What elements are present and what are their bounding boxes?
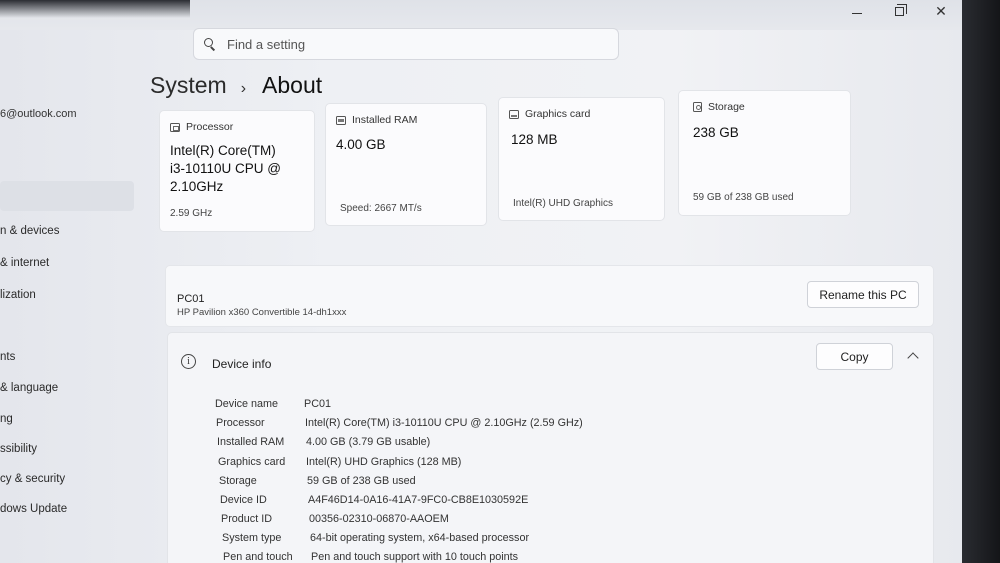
spec-row: Processor Intel(R) Core(TM) i3-10110U CP… (168, 417, 768, 435)
device-info-header[interactable]: i Device info Copy (168, 333, 933, 387)
ram-card-label: Installed RAM (352, 114, 418, 126)
ram-icon (336, 115, 346, 125)
processor-card-value-line-3: 2.10GHz (170, 179, 224, 194)
monitor-bezel-top (0, 0, 190, 18)
spec-row: Installed RAM 4.00 GB (3.79 GB usable) (168, 436, 768, 454)
sidebar-item-accessibility[interactable]: ssibility (0, 443, 37, 455)
processor-card: Processor Intel(R) Core(TM) i3-10110U CP… (159, 110, 315, 232)
processor-card-value-line-1: Intel(R) Core(TM) (170, 143, 276, 158)
spec-value: Intel(R) UHD Graphics (128 MB) (306, 456, 462, 468)
spec-label: Graphics card (218, 456, 286, 468)
sidebar-item-system[interactable] (0, 181, 134, 211)
page-title: About (262, 72, 323, 98)
graphics-card-icon (509, 109, 519, 119)
close-button[interactable]: ✕ (920, 0, 962, 22)
spec-label: Storage (219, 475, 257, 487)
copy-button[interactable]: Copy (816, 343, 893, 370)
breadcrumb-system[interactable]: System (150, 72, 227, 99)
sidebar-item-privacy-security[interactable]: cy & security (0, 473, 65, 485)
storage-card-usage: 59 GB of 238 GB used (693, 192, 794, 203)
pc-name-row: PC01 HP Pavilion x360 Convertible 14-dh1… (165, 265, 934, 327)
monitor-bezel-right (962, 0, 1000, 563)
chevron-up-icon[interactable] (907, 352, 919, 364)
graphics-card-name: Intel(R) UHD Graphics (513, 198, 614, 209)
search-box[interactable] (193, 28, 619, 60)
spec-value: 4.00 GB (3.79 GB usable) (306, 436, 431, 448)
ram-card-speed: Speed: 2667 MT/s (340, 203, 422, 214)
pc-model: HP Pavilion x360 Convertible 14-dh1xxx (177, 307, 347, 318)
storage-card-label: Storage (708, 101, 745, 113)
spec-value: PC01 (304, 398, 332, 410)
breadcrumb: System › About (150, 72, 322, 99)
spec-value: Intel(R) Core(TM) i3-10110U CPU @ 2.10GH… (305, 417, 583, 429)
device-info-title: Device info (212, 357, 272, 371)
sidebar-item-network-internet[interactable]: & internet (0, 257, 49, 269)
spec-value: 64-bit operating system, x64-based proce… (310, 532, 530, 544)
graphics-card-value: 128 MB (511, 132, 558, 147)
sidebar-item-accounts[interactable]: nts (0, 351, 15, 363)
spec-label: Device ID (220, 494, 267, 506)
account-email: 6@outlook.com (0, 108, 77, 120)
pc-name: PC01 (177, 293, 205, 305)
spec-label: Product ID (221, 513, 273, 525)
window-controls: ✕ (836, 0, 962, 24)
processor-card-value-line-2: i3-10110U CPU @ (170, 161, 281, 176)
chevron-right-icon: › (240, 80, 247, 97)
spec-value: Pen and touch support with 10 touch poin… (311, 551, 519, 563)
storage-card-value: 238 GB (693, 125, 739, 140)
device-info-panel: i Device info Copy Device name PC01 Proc… (167, 332, 934, 563)
spec-row: Product ID 00356-02310-06870-AAOEM (168, 513, 768, 531)
spec-row: Storage 59 GB of 238 GB used (168, 475, 768, 493)
spec-value: 59 GB of 238 GB used (307, 475, 416, 487)
processor-card-speed: 2.59 GHz (170, 208, 213, 219)
spec-row: Device ID A4F46D14-0A16-41A7-9FC0-CB8E10… (168, 494, 768, 512)
close-icon: ✕ (935, 2, 947, 19)
storage-card: Storage 238 GB 59 GB of 238 GB used (678, 90, 851, 216)
spec-value: 00356-02310-06870-AAOEM (309, 513, 449, 525)
search-icon (204, 38, 216, 51)
sidebar-item-personalization[interactable]: lization (0, 289, 36, 301)
spec-label: Pen and touch (223, 551, 293, 563)
graphics-card-label: Graphics card (525, 108, 591, 120)
settings-window: ✕ 6@outlook.com n & devices & internet l… (0, 0, 962, 563)
spec-row: System type 64-bit operating system, x64… (168, 532, 768, 550)
spec-value: A4F46D14-0A16-41A7-9FC0-CB8E1030592E (308, 494, 529, 506)
sidebar-item-gaming[interactable]: ng (0, 413, 13, 425)
minimize-icon (852, 12, 862, 14)
spec-row: Pen and touch Pen and touch support with… (168, 551, 768, 563)
minimize-button[interactable] (836, 0, 878, 22)
sidebar-item-windows-update[interactable]: dows Update (0, 503, 67, 515)
sidebar-item-time-language[interactable]: & language (0, 382, 58, 394)
spec-label: Installed RAM (217, 436, 285, 448)
spec-label: System type (222, 532, 282, 544)
spec-row: Device name PC01 (168, 398, 768, 416)
info-icon: i (181, 354, 196, 369)
spec-row: Graphics card Intel(R) UHD Graphics (128… (168, 456, 768, 474)
ram-card-value: 4.00 GB (336, 137, 386, 152)
restore-button[interactable] (878, 0, 920, 22)
sidebar-item-bluetooth-devices[interactable]: n & devices (0, 225, 59, 237)
rename-pc-button[interactable]: Rename this PC (807, 281, 919, 308)
search-input[interactable] (227, 36, 587, 52)
graphics-card: Graphics card 128 MB Intel(R) UHD Graphi… (498, 97, 665, 221)
ram-card: Installed RAM 4.00 GB Speed: 2667 MT/s (325, 103, 487, 226)
restore-icon (894, 3, 907, 16)
storage-icon (693, 102, 702, 112)
spec-label: Processor (216, 417, 265, 429)
processor-icon (170, 122, 180, 132)
processor-card-label: Processor (186, 121, 234, 133)
spec-label: Device name (215, 398, 279, 410)
